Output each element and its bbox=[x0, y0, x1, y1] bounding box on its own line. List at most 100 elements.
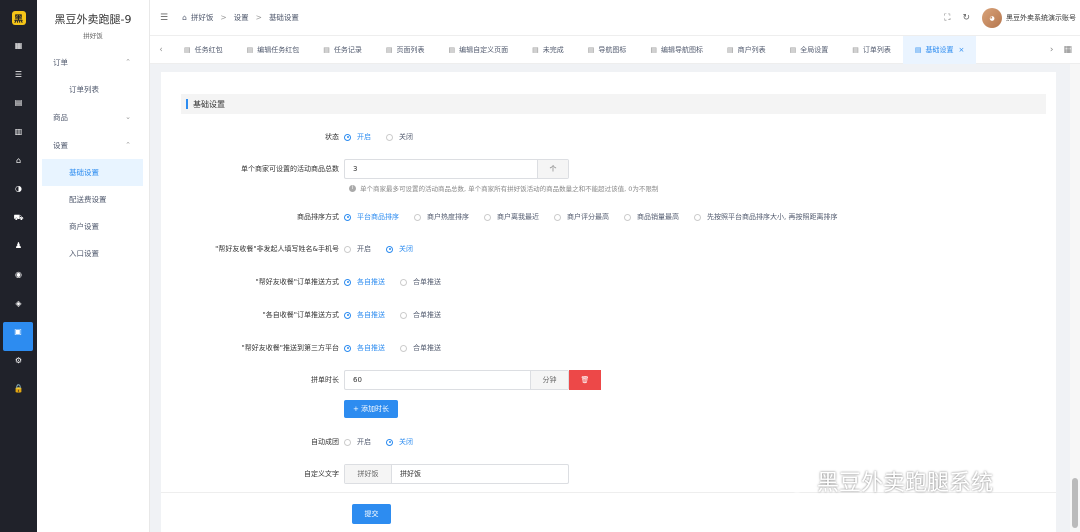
duration-input[interactable]: 60 bbox=[345, 376, 530, 384]
radio-option[interactable]: 关闭 bbox=[386, 244, 413, 254]
tab[interactable]: ▤ 任务红包 bbox=[172, 36, 235, 64]
tabs-next-icon[interactable]: › bbox=[1050, 45, 1054, 55]
page-scrollbar[interactable] bbox=[1070, 64, 1080, 532]
max-goods-row: 单个商家可设置的活动商品总数 3 个 bbox=[161, 159, 1056, 179]
logo-icon: 黑 bbox=[11, 11, 26, 25]
breadcrumb-item[interactable]: 设置 bbox=[234, 12, 249, 23]
radio-option[interactable]: 合单推送 bbox=[400, 310, 441, 320]
radio-dot bbox=[386, 245, 393, 253]
side-sub-item[interactable]: 基础设置 bbox=[42, 159, 143, 186]
radio-label: 商品销量最高 bbox=[637, 213, 679, 221]
tab-icon: ▤ bbox=[184, 45, 191, 54]
tab[interactable]: ▤ 基础设置 × bbox=[902, 35, 977, 64]
tabs-menu-icon[interactable]: ▦ bbox=[1063, 45, 1072, 55]
rail-item[interactable]: ▦ 概况 bbox=[0, 36, 105, 65]
tab[interactable]: ▤ 编辑任务红包 bbox=[235, 36, 312, 64]
max-goods-input[interactable]: 3 bbox=[345, 165, 537, 173]
radio-dot bbox=[400, 278, 407, 286]
form-footer: 提交 bbox=[161, 492, 1056, 532]
tab[interactable]: ▤ 页面列表 bbox=[374, 36, 437, 64]
radio-option[interactable]: 商户评分最高 bbox=[554, 212, 609, 222]
radio-option[interactable]: 各自推送 bbox=[344, 343, 385, 353]
rail-item[interactable]: 🔒 权限 bbox=[0, 379, 105, 408]
menu-toggle-icon[interactable]: ☰ bbox=[160, 13, 168, 23]
rail-icon: ◉ bbox=[15, 270, 22, 280]
radio-dot bbox=[386, 133, 393, 141]
radio-label: 各自推送 bbox=[357, 311, 385, 319]
status-label: 状态 bbox=[325, 133, 339, 141]
max-goods-unit: 个 bbox=[537, 160, 568, 178]
custom-text-input[interactable]: 拼好饭 bbox=[392, 469, 568, 479]
submit-button[interactable]: 提交 bbox=[352, 504, 391, 524]
tab-label: 商户列表 bbox=[737, 45, 766, 54]
help-push-row: "帮好友收餐"订单推送方式 各自推送 合单推送 bbox=[161, 276, 1056, 288]
side-sub-item[interactable]: 配送费设置 bbox=[42, 186, 143, 213]
tab[interactable]: ▤ 商户列表 bbox=[715, 36, 778, 64]
side-sub-item[interactable]: 订单列表 bbox=[42, 76, 143, 103]
rail-item[interactable]: ◑ 售后 bbox=[0, 179, 105, 208]
close-icon[interactable]: × bbox=[959, 46, 965, 54]
radio-option[interactable]: 关闭 bbox=[386, 132, 413, 142]
radio-option[interactable]: 先按照平台商品排序大小, 再按照距离排序 bbox=[694, 212, 837, 222]
rail-item[interactable]: ▤ 当面付 bbox=[0, 93, 105, 122]
side-sub-item[interactable]: 商户设置 bbox=[42, 213, 143, 240]
rail-item[interactable]: ⛟ 配送员 bbox=[0, 208, 105, 237]
tab-icon: ▤ bbox=[727, 45, 734, 54]
tab[interactable]: ▤ 全局设置 bbox=[778, 36, 841, 64]
add-duration-button[interactable]: + 添加时长 bbox=[344, 400, 398, 418]
section-header: 基础设置 bbox=[181, 94, 1046, 114]
radio-option[interactable]: 商户离我最近 bbox=[484, 212, 539, 222]
rail-item[interactable]: ☰ 订单 bbox=[0, 65, 105, 94]
radio-label: 关闭 bbox=[399, 438, 413, 446]
max-goods-label: 单个商家可设置的活动商品总数 bbox=[241, 165, 339, 173]
radio-dot bbox=[386, 438, 393, 446]
radio-option[interactable]: 开启 bbox=[344, 132, 371, 142]
radio-option[interactable]: 合单推送 bbox=[400, 277, 441, 287]
refresh-icon[interactable]: ↻ bbox=[962, 13, 970, 23]
breadcrumb-item[interactable]: 拼好饭 bbox=[191, 12, 214, 23]
delete-duration-button[interactable]: 🗑 bbox=[569, 370, 601, 390]
tab[interactable]: ▤ 导航图标 bbox=[576, 36, 639, 64]
third-push-label: "帮好友收餐"推送到第三方平台 bbox=[241, 344, 339, 352]
rail-item[interactable]: ⌂ 商户 bbox=[0, 150, 105, 179]
store-subtitle: 拼好饭 bbox=[83, 32, 103, 40]
chevron-icon: ⌃ bbox=[125, 58, 131, 66]
tab[interactable]: ▤ 订单列表 bbox=[840, 36, 903, 64]
side-group[interactable]: 订单 ⌃ bbox=[37, 48, 149, 76]
radio-option[interactable]: 合单推送 bbox=[400, 343, 441, 353]
radio-option[interactable]: 开启 bbox=[344, 244, 371, 254]
tab-label: 任务红包 bbox=[194, 45, 223, 54]
store-title: 黑豆外卖跑腿-9 bbox=[54, 13, 132, 26]
rail-item[interactable]: ⚙ 设置 bbox=[0, 351, 105, 380]
avatar[interactable]: ◕ bbox=[982, 8, 1002, 28]
tab[interactable]: ▤ 编辑导航图标 bbox=[638, 36, 715, 64]
radio-option[interactable]: 平台商品排序 bbox=[344, 212, 399, 222]
rail-item[interactable]: ▣ 应用 bbox=[3, 321, 105, 351]
fullscreen-icon[interactable]: ⛶ bbox=[944, 13, 950, 23]
tab[interactable]: ▤ 任务记录 bbox=[311, 36, 374, 64]
rail-item[interactable]: ♟ 店员 bbox=[0, 236, 105, 265]
radio-label: 商户评分最高 bbox=[567, 213, 609, 221]
app-logo: 黑 bbox=[0, 0, 37, 36]
custom-text-input-group: 拼好饭 拼好饭 bbox=[344, 464, 569, 484]
rail-item[interactable]: ◈ 小程序 bbox=[0, 293, 105, 322]
account-name[interactable]: 黑豆外卖系统演示账号 bbox=[1006, 13, 1076, 23]
radio-dot bbox=[344, 278, 351, 286]
radio-option[interactable]: 关闭 bbox=[386, 437, 413, 447]
radio-option[interactable]: 各自推送 bbox=[344, 277, 385, 287]
sort-label: 商品排序方式 bbox=[297, 213, 339, 221]
tabs-prev-icon[interactable]: ‹ bbox=[150, 45, 172, 55]
radio-option[interactable]: 商户热度排序 bbox=[414, 212, 469, 222]
rail-item[interactable]: ▥ 数据 bbox=[0, 122, 105, 151]
tab[interactable]: ▤ 编辑自定义页面 bbox=[437, 36, 521, 64]
tab-icon: ▤ bbox=[385, 45, 393, 54]
radio-option[interactable]: 商品销量最高 bbox=[624, 212, 679, 222]
rail-icon: ⛟ bbox=[13, 212, 24, 222]
side-group[interactable]: 设置 ⌃ bbox=[37, 131, 149, 159]
tab[interactable]: ▤ 未完成 bbox=[520, 36, 576, 64]
radio-option[interactable]: 开启 bbox=[344, 437, 371, 447]
side-group[interactable]: 商品 ⌄ bbox=[37, 103, 149, 131]
radio-option[interactable]: 各自推送 bbox=[344, 310, 385, 320]
rail-item[interactable]: ◉ 服务 bbox=[0, 265, 105, 294]
side-sub-item[interactable]: 入口设置 bbox=[42, 240, 143, 267]
